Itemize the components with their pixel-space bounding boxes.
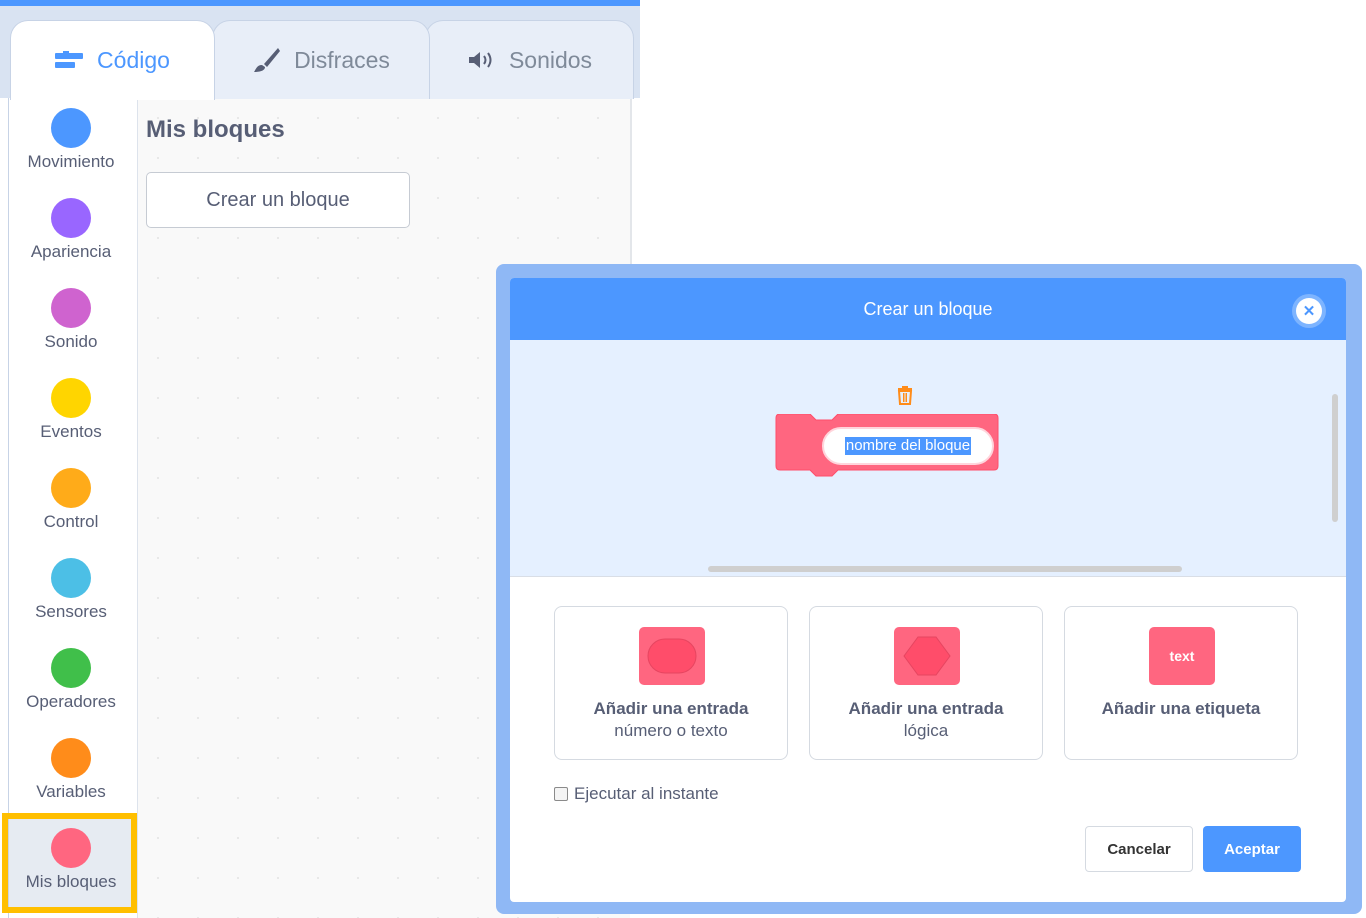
category-variables[interactable]: Variables [9, 728, 133, 818]
tab-sounds[interactable]: Sonidos [425, 20, 634, 99]
category-dot [51, 288, 91, 328]
trash-icon[interactable] [894, 384, 916, 411]
category-dot [51, 468, 91, 508]
category-control[interactable]: Control [9, 458, 133, 548]
paintbrush-icon [252, 46, 282, 74]
ok-button[interactable]: Aceptar [1203, 826, 1301, 872]
block-name-text: nombre del bloque [844, 437, 972, 455]
category-dot [51, 198, 91, 238]
category-dot [51, 738, 91, 778]
category-label: Eventos [40, 422, 102, 441]
option-title: Añadir una entrada [848, 699, 1004, 718]
number-input-icon [639, 627, 705, 685]
category-label: Sensores [35, 602, 107, 621]
category-dot [51, 558, 91, 598]
category-operators[interactable]: Operadores [9, 638, 133, 728]
vertical-scrollbar[interactable] [1332, 394, 1338, 522]
palette-divider [630, 98, 632, 268]
category-sensing[interactable]: Sensores [9, 548, 133, 638]
make-block-button[interactable]: Crear un bloque [146, 172, 410, 228]
option-title: Añadir una entrada [593, 699, 749, 718]
category-label: Operadores [26, 692, 116, 711]
speaker-icon [467, 50, 497, 70]
horizontal-scrollbar[interactable] [708, 566, 1182, 572]
add-label-button[interactable]: text Añadir una etiqueta [1064, 606, 1298, 760]
category-looks[interactable]: Apariencia [9, 188, 133, 278]
palette-section-title: Mis bloques [146, 116, 285, 143]
block-preview-workspace: nombre del bloque [510, 340, 1346, 577]
category-label: Variables [36, 782, 106, 801]
run-without-refresh-label: Ejecutar al instante [574, 784, 719, 803]
category-label: Control [43, 512, 99, 531]
tab-costumes[interactable]: Disfraces [212, 20, 430, 99]
editor-tabs: Código Disfraces Sonidos [0, 6, 640, 100]
category-label: Sonido [44, 332, 98, 351]
code-icon [55, 50, 85, 71]
category-motion[interactable]: Movimiento [9, 98, 133, 188]
option-subtitle: lógica [903, 721, 949, 740]
category-dot [51, 648, 91, 688]
option-subtitle: número o texto [614, 721, 728, 740]
category-label: Movimiento [27, 152, 115, 171]
create-block-modal: Crear un bloque ✕ nombre del bloque Añad… [496, 264, 1362, 914]
modal-content: Crear un bloque ✕ nombre del bloque Añad… [510, 278, 1346, 902]
boolean-input-icon [894, 627, 960, 685]
category-sound[interactable]: Sonido [9, 278, 133, 368]
run-without-refresh-row[interactable]: Ejecutar al instante [554, 784, 719, 804]
category-events[interactable]: Eventos [9, 368, 133, 458]
option-title: Añadir una etiqueta [1101, 699, 1261, 718]
category-menu: Movimiento Apariencia Sonido Eventos Con… [9, 98, 138, 918]
tab-code-label: Código [97, 47, 170, 73]
close-icon: ✕ [1296, 298, 1322, 324]
tab-costumes-label: Disfraces [294, 46, 390, 73]
tab-code[interactable]: Código [10, 20, 215, 100]
run-without-refresh-checkbox[interactable] [554, 787, 568, 801]
category-label: Apariencia [30, 242, 112, 261]
label-icon: text [1149, 627, 1215, 685]
close-button[interactable]: ✕ [1292, 294, 1326, 328]
add-boolean-input-button[interactable]: Añadir una entrada lógica [809, 606, 1043, 760]
add-number-text-input-button[interactable]: Añadir una entrada número o texto [554, 606, 788, 760]
modal-header: Crear un bloque ✕ [510, 278, 1346, 340]
tab-sounds-label: Sonidos [508, 46, 593, 73]
category-dot [51, 378, 91, 418]
highlight-annotation [2, 813, 137, 913]
block-name-input[interactable]: nombre del bloque [822, 427, 994, 465]
category-dot [51, 108, 91, 148]
modal-title: Crear un bloque [863, 298, 993, 319]
cancel-button[interactable]: Cancelar [1085, 826, 1193, 872]
